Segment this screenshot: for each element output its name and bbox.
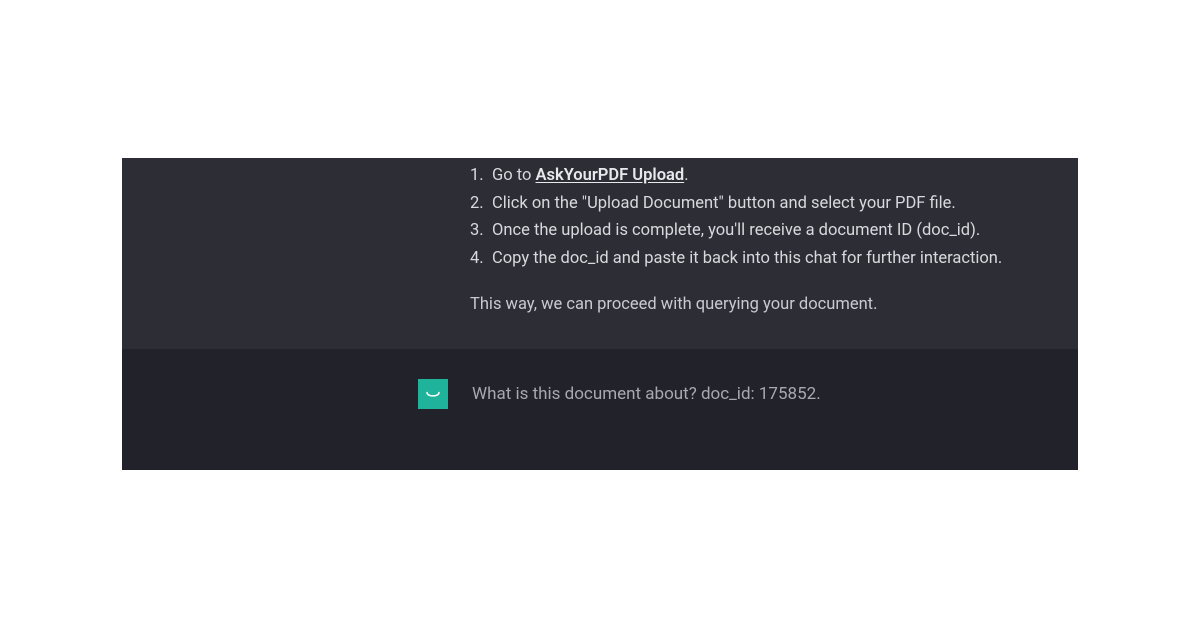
instruction-step-1: Go to AskYourPDF Upload.: [470, 162, 1054, 190]
assistant-closing: This way, we can proceed with querying y…: [470, 291, 1054, 319]
chat-window: Go to AskYourPDF Upload. Click on the "U…: [122, 158, 1078, 470]
step-1-prefix: Go to: [492, 166, 535, 185]
instruction-step-3: Once the upload is complete, you'll rece…: [470, 217, 1054, 245]
user-message: What is this document about? doc_id: 175…: [122, 349, 1078, 470]
smile-icon: [424, 385, 442, 403]
step-1-suffix: .: [684, 166, 688, 185]
assistant-message: Go to AskYourPDF Upload. Click on the "U…: [122, 158, 1078, 349]
instruction-list: Go to AskYourPDF Upload. Click on the "U…: [470, 162, 1054, 273]
user-message-text: What is this document about? doc_id: 175…: [472, 379, 821, 409]
user-avatar: [418, 379, 448, 409]
assistant-content: Go to AskYourPDF Upload. Click on the "U…: [470, 162, 1054, 319]
instruction-step-4: Copy the doc_id and paste it back into t…: [470, 245, 1054, 273]
askyourpdf-upload-link[interactable]: AskYourPDF Upload: [535, 166, 684, 185]
instruction-step-2: Click on the "Upload Document" button an…: [470, 190, 1054, 218]
